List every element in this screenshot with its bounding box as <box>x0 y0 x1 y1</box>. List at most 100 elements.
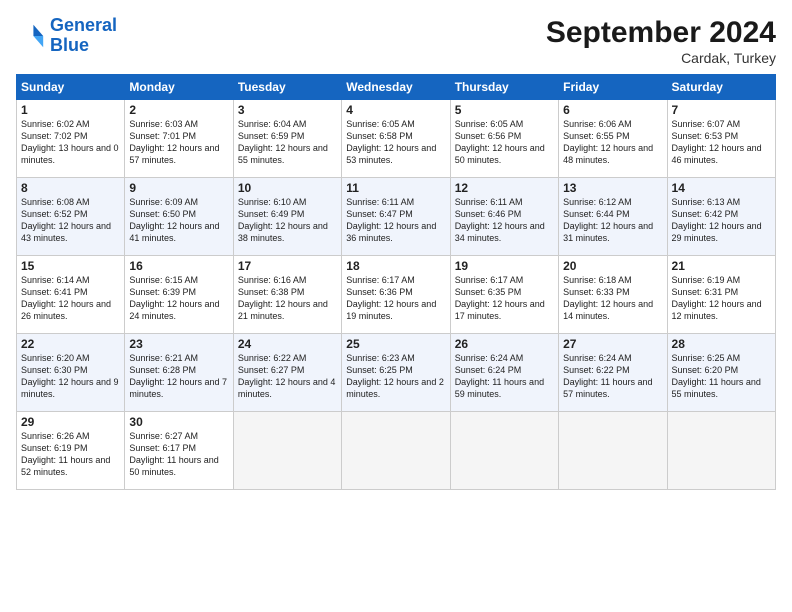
calendar-cell <box>342 412 450 490</box>
calendar-cell: 27Sunrise: 6:24 AMSunset: 6:22 PMDayligh… <box>559 334 667 412</box>
col-header-sunday: Sunday <box>17 75 125 100</box>
calendar-cell <box>667 412 775 490</box>
calendar-cell: 17Sunrise: 6:16 AMSunset: 6:38 PMDayligh… <box>233 256 341 334</box>
day-number: 9 <box>129 181 228 195</box>
calendar-cell <box>233 412 341 490</box>
day-info: Sunrise: 6:06 AMSunset: 6:55 PMDaylight:… <box>563 118 662 167</box>
calendar-cell: 16Sunrise: 6:15 AMSunset: 6:39 PMDayligh… <box>125 256 233 334</box>
calendar-cell: 4Sunrise: 6:05 AMSunset: 6:58 PMDaylight… <box>342 100 450 178</box>
day-info: Sunrise: 6:22 AMSunset: 6:27 PMDaylight:… <box>238 352 337 401</box>
day-number: 8 <box>21 181 120 195</box>
calendar-cell: 29Sunrise: 6:26 AMSunset: 6:19 PMDayligh… <box>17 412 125 490</box>
calendar-week-1: 1Sunrise: 6:02 AMSunset: 7:02 PMDaylight… <box>17 100 776 178</box>
calendar-cell: 3Sunrise: 6:04 AMSunset: 6:59 PMDaylight… <box>233 100 341 178</box>
calendar-cell: 14Sunrise: 6:13 AMSunset: 6:42 PMDayligh… <box>667 178 775 256</box>
day-info: Sunrise: 6:20 AMSunset: 6:30 PMDaylight:… <box>21 352 120 401</box>
day-number: 7 <box>672 103 771 117</box>
calendar-cell: 7Sunrise: 6:07 AMSunset: 6:53 PMDaylight… <box>667 100 775 178</box>
calendar-cell: 5Sunrise: 6:05 AMSunset: 6:56 PMDaylight… <box>450 100 558 178</box>
day-number: 13 <box>563 181 662 195</box>
day-number: 11 <box>346 181 445 195</box>
col-header-monday: Monday <box>125 75 233 100</box>
day-number: 1 <box>21 103 120 117</box>
day-info: Sunrise: 6:10 AMSunset: 6:49 PMDaylight:… <box>238 196 337 245</box>
day-info: Sunrise: 6:12 AMSunset: 6:44 PMDaylight:… <box>563 196 662 245</box>
day-number: 25 <box>346 337 445 351</box>
calendar-cell: 26Sunrise: 6:24 AMSunset: 6:24 PMDayligh… <box>450 334 558 412</box>
col-header-thursday: Thursday <box>450 75 558 100</box>
calendar-cell: 15Sunrise: 6:14 AMSunset: 6:41 PMDayligh… <box>17 256 125 334</box>
day-number: 23 <box>129 337 228 351</box>
calendar-cell: 23Sunrise: 6:21 AMSunset: 6:28 PMDayligh… <box>125 334 233 412</box>
calendar-cell: 22Sunrise: 6:20 AMSunset: 6:30 PMDayligh… <box>17 334 125 412</box>
day-number: 4 <box>346 103 445 117</box>
col-header-friday: Friday <box>559 75 667 100</box>
day-info: Sunrise: 6:21 AMSunset: 6:28 PMDaylight:… <box>129 352 228 401</box>
day-info: Sunrise: 6:23 AMSunset: 6:25 PMDaylight:… <box>346 352 445 401</box>
day-number: 24 <box>238 337 337 351</box>
day-info: Sunrise: 6:18 AMSunset: 6:33 PMDaylight:… <box>563 274 662 323</box>
logo-line1: General <box>50 15 117 35</box>
day-number: 6 <box>563 103 662 117</box>
calendar-cell: 11Sunrise: 6:11 AMSunset: 6:47 PMDayligh… <box>342 178 450 256</box>
logo-icon <box>18 22 46 50</box>
col-header-tuesday: Tuesday <box>233 75 341 100</box>
calendar-cell: 8Sunrise: 6:08 AMSunset: 6:52 PMDaylight… <box>17 178 125 256</box>
day-number: 2 <box>129 103 228 117</box>
day-info: Sunrise: 6:11 AMSunset: 6:46 PMDaylight:… <box>455 196 554 245</box>
day-info: Sunrise: 6:05 AMSunset: 6:56 PMDaylight:… <box>455 118 554 167</box>
calendar-cell: 10Sunrise: 6:10 AMSunset: 6:49 PMDayligh… <box>233 178 341 256</box>
page: General Blue September 2024 Cardak, Turk… <box>0 0 792 612</box>
calendar-cell: 12Sunrise: 6:11 AMSunset: 6:46 PMDayligh… <box>450 178 558 256</box>
day-info: Sunrise: 6:19 AMSunset: 6:31 PMDaylight:… <box>672 274 771 323</box>
day-number: 29 <box>21 415 120 429</box>
calendar-cell: 13Sunrise: 6:12 AMSunset: 6:44 PMDayligh… <box>559 178 667 256</box>
col-header-wednesday: Wednesday <box>342 75 450 100</box>
day-info: Sunrise: 6:17 AMSunset: 6:35 PMDaylight:… <box>455 274 554 323</box>
calendar-cell: 2Sunrise: 6:03 AMSunset: 7:01 PMDaylight… <box>125 100 233 178</box>
day-number: 20 <box>563 259 662 273</box>
day-info: Sunrise: 6:27 AMSunset: 6:17 PMDaylight:… <box>129 430 228 479</box>
title-block: September 2024 Cardak, Turkey <box>546 16 776 66</box>
day-info: Sunrise: 6:15 AMSunset: 6:39 PMDaylight:… <box>129 274 228 323</box>
day-info: Sunrise: 6:08 AMSunset: 6:52 PMDaylight:… <box>21 196 120 245</box>
calendar-cell: 1Sunrise: 6:02 AMSunset: 7:02 PMDaylight… <box>17 100 125 178</box>
location: Cardak, Turkey <box>546 50 776 66</box>
calendar-cell <box>450 412 558 490</box>
day-number: 16 <box>129 259 228 273</box>
day-info: Sunrise: 6:25 AMSunset: 6:20 PMDaylight:… <box>672 352 771 401</box>
calendar-cell: 18Sunrise: 6:17 AMSunset: 6:36 PMDayligh… <box>342 256 450 334</box>
day-info: Sunrise: 6:07 AMSunset: 6:53 PMDaylight:… <box>672 118 771 167</box>
day-info: Sunrise: 6:09 AMSunset: 6:50 PMDaylight:… <box>129 196 228 245</box>
day-number: 10 <box>238 181 337 195</box>
col-header-saturday: Saturday <box>667 75 775 100</box>
day-info: Sunrise: 6:17 AMSunset: 6:36 PMDaylight:… <box>346 274 445 323</box>
calendar-cell: 28Sunrise: 6:25 AMSunset: 6:20 PMDayligh… <box>667 334 775 412</box>
calendar-cell: 30Sunrise: 6:27 AMSunset: 6:17 PMDayligh… <box>125 412 233 490</box>
calendar-cell: 19Sunrise: 6:17 AMSunset: 6:35 PMDayligh… <box>450 256 558 334</box>
calendar-cell: 21Sunrise: 6:19 AMSunset: 6:31 PMDayligh… <box>667 256 775 334</box>
calendar-cell: 20Sunrise: 6:18 AMSunset: 6:33 PMDayligh… <box>559 256 667 334</box>
day-number: 21 <box>672 259 771 273</box>
calendar-table: SundayMondayTuesdayWednesdayThursdayFrid… <box>16 74 776 490</box>
day-number: 26 <box>455 337 554 351</box>
day-number: 15 <box>21 259 120 273</box>
day-number: 17 <box>238 259 337 273</box>
day-number: 27 <box>563 337 662 351</box>
day-number: 30 <box>129 415 228 429</box>
calendar-week-2: 8Sunrise: 6:08 AMSunset: 6:52 PMDaylight… <box>17 178 776 256</box>
calendar-week-4: 22Sunrise: 6:20 AMSunset: 6:30 PMDayligh… <box>17 334 776 412</box>
day-info: Sunrise: 6:04 AMSunset: 6:59 PMDaylight:… <box>238 118 337 167</box>
calendar-cell: 6Sunrise: 6:06 AMSunset: 6:55 PMDaylight… <box>559 100 667 178</box>
day-info: Sunrise: 6:11 AMSunset: 6:47 PMDaylight:… <box>346 196 445 245</box>
day-info: Sunrise: 6:24 AMSunset: 6:22 PMDaylight:… <box>563 352 662 401</box>
header-row: SundayMondayTuesdayWednesdayThursdayFrid… <box>17 75 776 100</box>
day-info: Sunrise: 6:24 AMSunset: 6:24 PMDaylight:… <box>455 352 554 401</box>
month-title: September 2024 <box>546 16 776 50</box>
day-info: Sunrise: 6:05 AMSunset: 6:58 PMDaylight:… <box>346 118 445 167</box>
day-info: Sunrise: 6:03 AMSunset: 7:01 PMDaylight:… <box>129 118 228 167</box>
calendar-cell: 24Sunrise: 6:22 AMSunset: 6:27 PMDayligh… <box>233 334 341 412</box>
day-number: 28 <box>672 337 771 351</box>
day-number: 5 <box>455 103 554 117</box>
logo-line2: Blue <box>50 35 89 55</box>
